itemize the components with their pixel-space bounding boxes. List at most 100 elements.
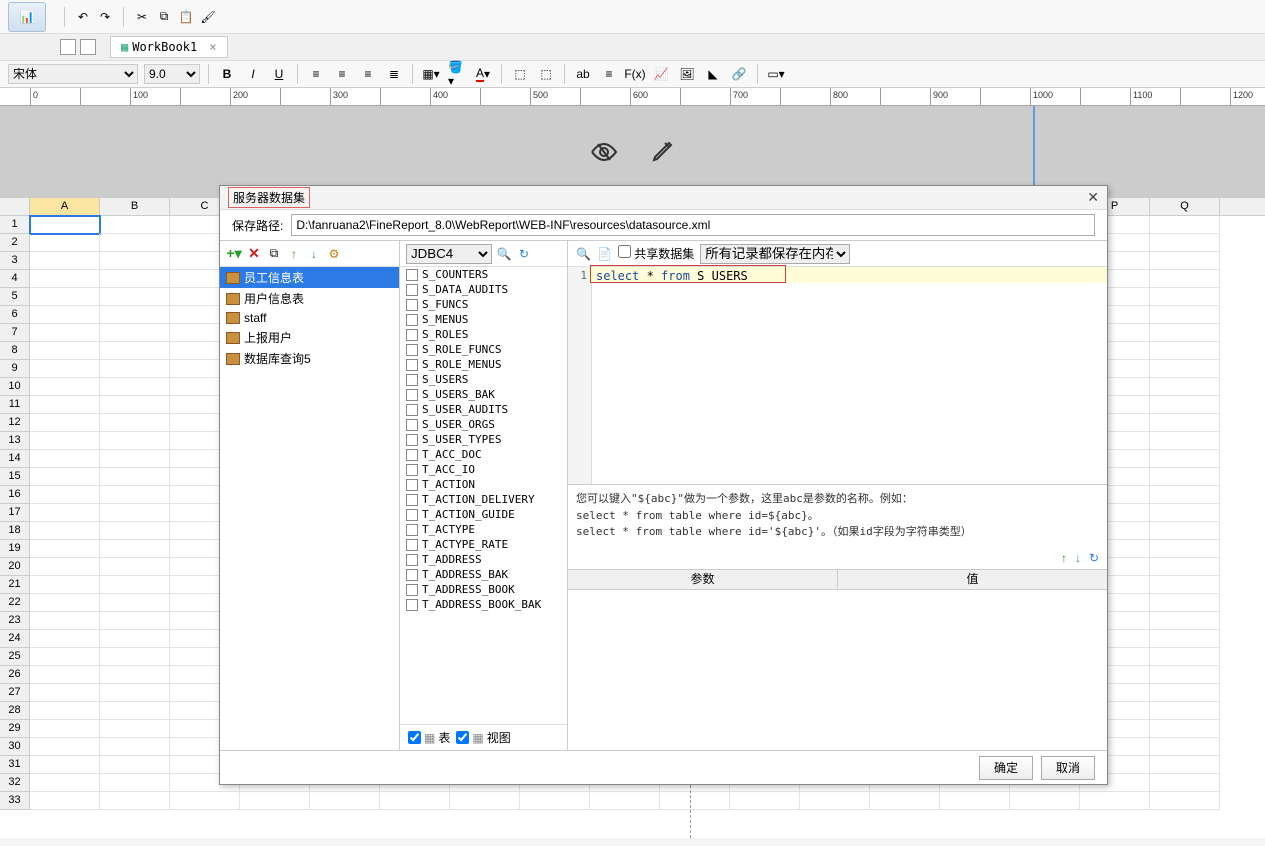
table-item[interactable]: T_ADDRESS_BOOK bbox=[400, 582, 567, 597]
cell[interactable] bbox=[30, 414, 100, 432]
cell[interactable] bbox=[380, 792, 450, 810]
param-grid[interactable]: 参数 值 bbox=[568, 569, 1107, 751]
cell[interactable] bbox=[1150, 648, 1220, 666]
cell[interactable] bbox=[30, 576, 100, 594]
align-left-button[interactable]: ≡ bbox=[306, 64, 326, 84]
cell[interactable] bbox=[30, 270, 100, 288]
row-header[interactable]: 3 bbox=[0, 252, 30, 270]
workbook-tab[interactable]: ▦ WorkBook1 × bbox=[110, 36, 228, 58]
cell[interactable] bbox=[30, 594, 100, 612]
cell[interactable] bbox=[1150, 738, 1220, 756]
row-header[interactable]: 9 bbox=[0, 360, 30, 378]
table-item[interactable]: S_ROLE_FUNCS bbox=[400, 342, 567, 357]
table-item[interactable]: S_USER_TYPES bbox=[400, 432, 567, 447]
dataset-item[interactable]: 用户信息表 bbox=[220, 288, 399, 309]
align-center-button[interactable]: ≡ bbox=[332, 64, 352, 84]
search-table-icon[interactable]: 🔍 bbox=[496, 246, 512, 262]
form-view-icon[interactable] bbox=[80, 39, 96, 55]
cell[interactable] bbox=[1150, 288, 1220, 306]
undo-icon[interactable]: ↶ bbox=[75, 9, 91, 25]
table-item[interactable]: S_USERS bbox=[400, 372, 567, 387]
save-path-input[interactable] bbox=[291, 214, 1095, 236]
cell[interactable] bbox=[30, 252, 100, 270]
table-item[interactable]: S_COUNTERS bbox=[400, 267, 567, 282]
table-item[interactable]: T_ADDRESS_BAK bbox=[400, 567, 567, 582]
row-header[interactable]: 29 bbox=[0, 720, 30, 738]
cell[interactable] bbox=[100, 684, 170, 702]
cell[interactable] bbox=[450, 792, 520, 810]
row-header[interactable]: 30 bbox=[0, 738, 30, 756]
cell[interactable] bbox=[1150, 468, 1220, 486]
row-header[interactable]: 19 bbox=[0, 540, 30, 558]
table-item[interactable]: S_ROLE_MENUS bbox=[400, 357, 567, 372]
table-item[interactable]: T_ACTYPE bbox=[400, 522, 567, 537]
row-header[interactable]: 25 bbox=[0, 648, 30, 666]
cell[interactable] bbox=[1150, 612, 1220, 630]
cell[interactable] bbox=[100, 576, 170, 594]
param-down-icon[interactable]: ↓ bbox=[1075, 551, 1081, 565]
cell[interactable] bbox=[100, 306, 170, 324]
cancel-button[interactable]: 取消 bbox=[1041, 756, 1095, 780]
cell[interactable] bbox=[800, 792, 870, 810]
cell[interactable] bbox=[30, 324, 100, 342]
row-header[interactable]: 24 bbox=[0, 630, 30, 648]
table-item[interactable]: S_USERS_BAK bbox=[400, 387, 567, 402]
cell[interactable] bbox=[30, 774, 100, 792]
cell[interactable] bbox=[940, 792, 1010, 810]
table-item[interactable]: T_ACTION_DELIVERY bbox=[400, 492, 567, 507]
cell[interactable] bbox=[1150, 630, 1220, 648]
col-header[interactable]: A bbox=[30, 198, 100, 215]
row-header[interactable]: 27 bbox=[0, 684, 30, 702]
cell[interactable] bbox=[100, 792, 170, 810]
col-header[interactable]: Q bbox=[1150, 198, 1220, 215]
row-header[interactable]: 7 bbox=[0, 324, 30, 342]
table-item[interactable]: T_ACC_IO bbox=[400, 462, 567, 477]
cell[interactable] bbox=[1150, 756, 1220, 774]
cell[interactable] bbox=[30, 486, 100, 504]
table-checkbox[interactable]: ▦ 表 bbox=[408, 729, 450, 746]
row-header[interactable]: 11 bbox=[0, 396, 30, 414]
table-item[interactable]: T_ACTION bbox=[400, 477, 567, 492]
sort-icon[interactable]: ⚙ bbox=[326, 246, 342, 262]
cell[interactable] bbox=[1150, 576, 1220, 594]
table-item[interactable]: T_ADDRESS bbox=[400, 552, 567, 567]
view-checkbox[interactable]: ▦ 视图 bbox=[456, 729, 510, 746]
cell[interactable] bbox=[730, 792, 800, 810]
row-header[interactable]: 18 bbox=[0, 522, 30, 540]
cell[interactable] bbox=[1150, 774, 1220, 792]
cell[interactable] bbox=[1150, 684, 1220, 702]
format-painter-icon[interactable]: 🖌 bbox=[200, 9, 216, 25]
cell[interactable] bbox=[30, 342, 100, 360]
cell[interactable] bbox=[100, 468, 170, 486]
fill-color-button[interactable]: 🪣▾ bbox=[447, 64, 467, 84]
connection-select[interactable]: JDBC4 bbox=[406, 244, 492, 264]
preview-off-icon[interactable] bbox=[590, 138, 618, 166]
link-button[interactable]: 🔗 bbox=[729, 64, 749, 84]
table-item[interactable]: S_DATA_AUDITS bbox=[400, 282, 567, 297]
cell[interactable] bbox=[30, 612, 100, 630]
cell[interactable] bbox=[1150, 234, 1220, 252]
italic-button[interactable]: I bbox=[243, 64, 263, 84]
row-header[interactable]: 2 bbox=[0, 234, 30, 252]
cell[interactable] bbox=[1150, 666, 1220, 684]
cell[interactable] bbox=[870, 792, 940, 810]
cell[interactable] bbox=[30, 288, 100, 306]
cell[interactable] bbox=[30, 468, 100, 486]
merge-button[interactable]: ⬚ bbox=[510, 64, 530, 84]
col-header[interactable]: B bbox=[100, 198, 170, 215]
cell[interactable] bbox=[30, 234, 100, 252]
param-refresh-icon[interactable]: ↻ bbox=[1089, 551, 1099, 565]
cell[interactable] bbox=[1150, 324, 1220, 342]
cell[interactable] bbox=[1150, 540, 1220, 558]
cell[interactable] bbox=[100, 414, 170, 432]
cell[interactable] bbox=[1150, 522, 1220, 540]
copy-icon[interactable]: ⧉ bbox=[156, 9, 172, 25]
cell[interactable] bbox=[1010, 792, 1080, 810]
row-header[interactable]: 20 bbox=[0, 558, 30, 576]
cell[interactable] bbox=[100, 396, 170, 414]
dataset-item[interactable]: 员工信息表 bbox=[220, 267, 399, 288]
cell[interactable] bbox=[30, 684, 100, 702]
cell[interactable] bbox=[1150, 306, 1220, 324]
cell[interactable] bbox=[1150, 450, 1220, 468]
row-header[interactable]: 14 bbox=[0, 450, 30, 468]
